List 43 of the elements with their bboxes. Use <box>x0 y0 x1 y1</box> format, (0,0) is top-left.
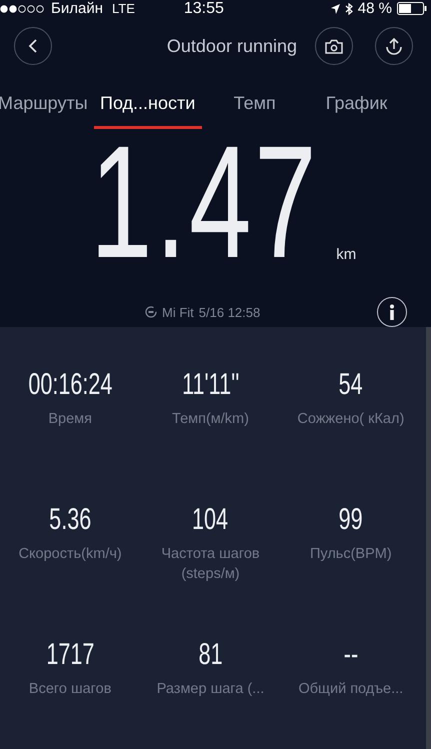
stat-label: Темп(м/km) <box>171 410 250 429</box>
stat-value: 81 <box>198 637 222 673</box>
stat-value: 5.36 <box>49 502 92 538</box>
stat-label: Общий подъе... <box>297 680 404 699</box>
stat-value: -- <box>344 637 358 673</box>
distance-value: 1.47 <box>90 137 320 267</box>
distance-unit: km <box>336 246 356 263</box>
tab[interactable]: Темп <box>234 87 276 129</box>
screen-title: Outdoor running <box>166 36 297 56</box>
battery-percent: 48 % <box>358 0 392 17</box>
clock-time: 13:55 <box>184 0 224 18</box>
stat-label: Время <box>47 410 93 429</box>
info-icon <box>389 304 395 320</box>
stat-value: 54 <box>338 367 363 403</box>
stat-value: 104 <box>192 502 228 538</box>
stat-value: 99 <box>338 502 363 538</box>
source-app: Mi Fit <box>162 304 194 320</box>
signal-icon <box>0 4 44 12</box>
carrier-name: Билайн <box>51 0 103 17</box>
stat-label: Размер шага (... <box>156 680 266 699</box>
stat-label: Скорость(km/ч) <box>18 545 123 564</box>
share-button[interactable] <box>375 27 413 65</box>
bluetooth-icon <box>344 2 353 14</box>
stat-value: 00:16:24 <box>28 367 112 403</box>
network-type: LTE <box>112 1 135 16</box>
stat-label: Всего шагов <box>28 680 112 699</box>
stat-label: Сожжено( кКал) <box>296 410 406 429</box>
camera-button[interactable] <box>315 27 353 65</box>
info-button[interactable] <box>377 297 407 327</box>
share-icon <box>385 37 403 55</box>
app-logo-icon <box>145 306 157 318</box>
back-button[interactable] <box>14 27 52 65</box>
tab[interactable]: График <box>326 87 388 129</box>
back-icon <box>27 38 39 54</box>
stat-value: 11'11'' <box>182 367 240 403</box>
camera-icon <box>325 38 343 54</box>
stat-value: 1717 <box>46 637 94 673</box>
stat-label: Пульс(BPM) <box>308 545 393 564</box>
stat-label: Частота шагов (steps/м) <box>160 545 261 584</box>
location-icon <box>330 4 340 14</box>
tab[interactable]: Под...ности <box>94 87 202 129</box>
battery-icon <box>397 2 427 15</box>
workout-date: 5/16 12:58 <box>198 304 260 320</box>
